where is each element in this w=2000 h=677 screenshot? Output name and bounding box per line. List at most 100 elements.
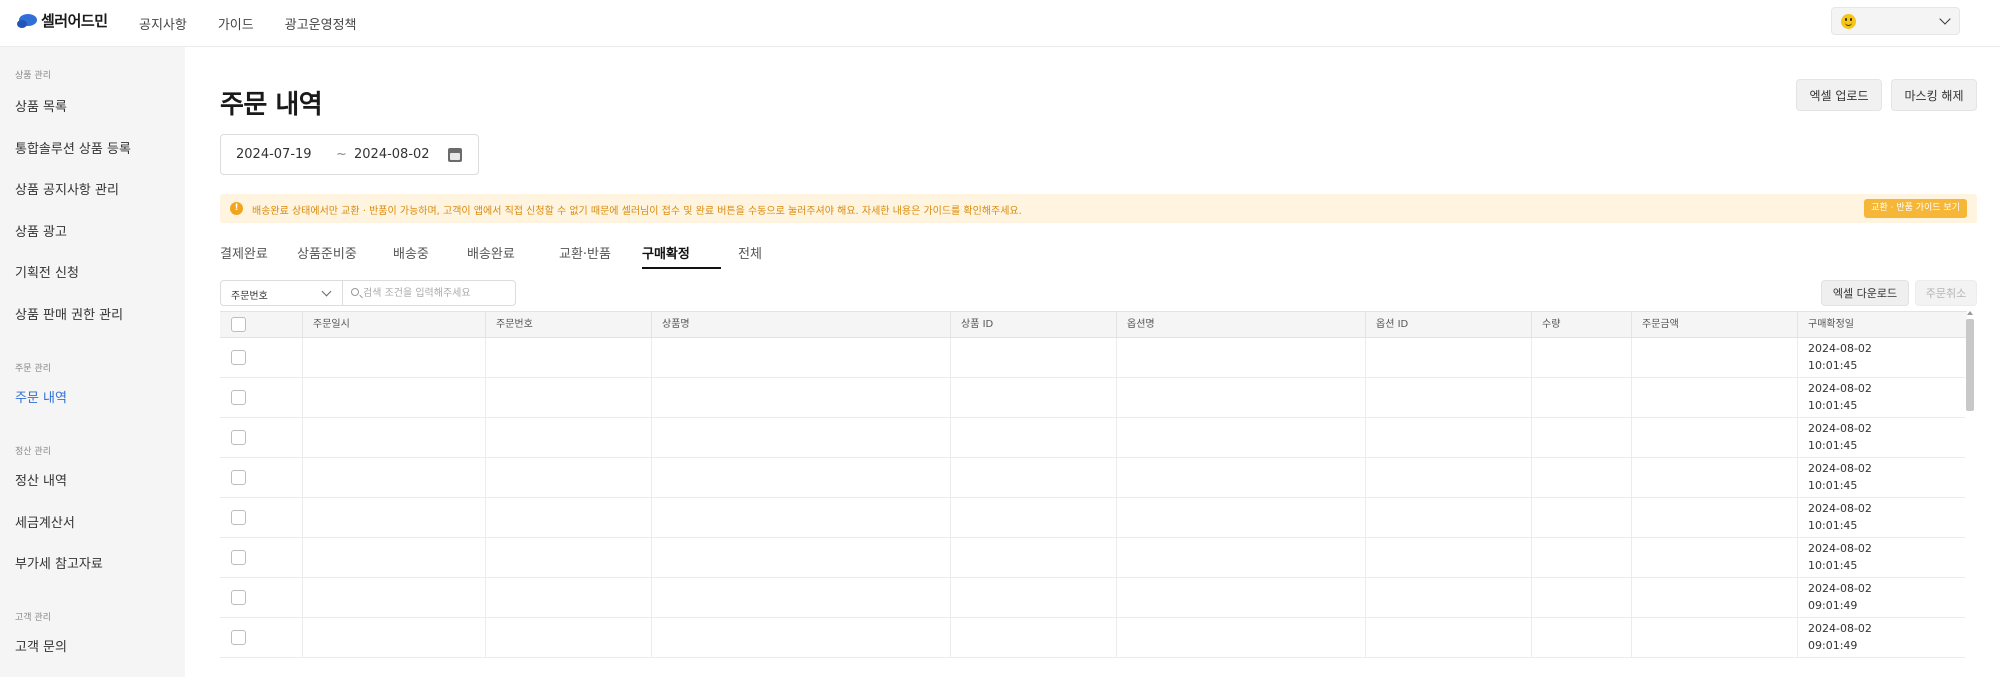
main-content: 주문 내역 엑셀 업로드 마스킹 해제 2024-07-19 ~ 2024-08… (185, 47, 2000, 677)
sidebar-item-product-list[interactable]: 상품 목록 (15, 96, 67, 115)
row-checkbox[interactable] (231, 430, 246, 445)
option-name-cell (1116, 618, 1365, 658)
sidebar-item-settlement-history[interactable]: 정산 내역 (15, 470, 67, 489)
excel-upload-button[interactable]: 엑셀 업로드 (1796, 79, 1882, 111)
sidebar-item-product-ad[interactable]: 상품 광고 (15, 221, 67, 240)
row-checkbox[interactable] (231, 510, 246, 525)
confirm-time: 10:01:45 (1808, 359, 1858, 372)
scrollbar-thumb[interactable] (1966, 319, 1974, 411)
header-option-id: 옵션 ID (1365, 312, 1531, 339)
tab-preparing[interactable]: 상품준비중 (297, 243, 357, 269)
select-all-checkbox[interactable] (231, 317, 246, 332)
checkbox-cell (220, 498, 302, 538)
logo-icon (15, 12, 39, 30)
order-status-tabs: 결제완료 상품준비중 배송중 배송완료 교환·반품 구매확정 전체 (220, 243, 1977, 269)
date-range-picker[interactable]: 2024-07-19 ~ 2024-08-02 (220, 134, 479, 175)
confirm-date-cell: 2024-08-02 10:01:45 (1797, 378, 1967, 418)
table-row[interactable]: 2024-08-02 09:01:49 (220, 578, 1967, 618)
option-name-cell (1116, 338, 1365, 378)
order-datetime-cell (302, 338, 485, 378)
profile-dropdown[interactable] (1831, 7, 1960, 35)
row-checkbox[interactable] (231, 590, 246, 605)
row-checkbox[interactable] (231, 350, 246, 365)
sidebar-item-integrated-register[interactable]: 통합솔루션 상품 등록 (15, 138, 131, 157)
tab-all[interactable]: 전체 (738, 243, 762, 269)
order-amount-cell (1631, 338, 1797, 378)
product-id-cell (950, 418, 1116, 458)
confirm-date: 2024-08-02 (1808, 502, 1872, 515)
confirm-time: 10:01:45 (1808, 559, 1858, 572)
nav-guide[interactable]: 가이드 (218, 14, 254, 33)
tab-exchange-return[interactable]: 교환·반품 (559, 243, 611, 269)
header-quantity: 수량 (1531, 312, 1631, 339)
quantity-cell (1531, 578, 1631, 618)
smiley-icon (1841, 14, 1856, 29)
sidebar-item-tax-invoice[interactable]: 세금계산서 (15, 512, 75, 531)
confirm-date: 2024-08-02 (1808, 342, 1872, 355)
table-row[interactable]: 2024-08-02 10:01:45 (220, 458, 1967, 498)
tab-delivered[interactable]: 배송완료 (467, 243, 515, 269)
product-name-cell (651, 338, 950, 378)
option-id-cell (1365, 578, 1531, 618)
confirm-date: 2024-08-02 (1808, 582, 1872, 595)
order-datetime-cell (302, 538, 485, 578)
confirm-date-cell: 2024-08-02 10:01:45 (1797, 458, 1967, 498)
search-field-value: 주문번호 (231, 291, 268, 302)
order-number-cell (485, 418, 651, 458)
nav-ad-policy[interactable]: 광고운영정책 (285, 14, 357, 33)
option-name-cell (1116, 418, 1365, 458)
option-name-cell (1116, 578, 1365, 618)
sidebar-item-order-history[interactable]: 주문 내역 (15, 387, 67, 406)
cancel-order-button[interactable]: 주문취소 (1915, 280, 1977, 306)
quantity-cell (1531, 378, 1631, 418)
order-datetime-cell (302, 618, 485, 658)
option-id-cell (1365, 498, 1531, 538)
sidebar-section-settlement: 정산 관리 (15, 447, 51, 457)
table-row[interactable]: 2024-08-02 10:01:45 (220, 338, 1967, 378)
confirm-date: 2024-08-02 (1808, 462, 1872, 475)
search-input[interactable] (363, 284, 511, 302)
excel-download-button[interactable]: 엑셀 다운로드 (1821, 280, 1909, 306)
logo[interactable]: 셀러어드민 (15, 10, 108, 31)
scroll-up-arrow[interactable] (1967, 311, 1973, 315)
sidebar-item-exhibition[interactable]: 기획전 신청 (15, 262, 79, 281)
table-row[interactable]: 2024-08-02 10:01:45 (220, 498, 1967, 538)
confirm-date: 2024-08-02 (1808, 542, 1872, 555)
row-checkbox[interactable] (231, 550, 246, 565)
confirm-date-cell: 2024-08-02 10:01:45 (1797, 498, 1967, 538)
table-row[interactable]: 2024-08-02 10:01:45 (220, 418, 1967, 458)
row-checkbox[interactable] (231, 470, 246, 485)
header-product-name: 상품명 (651, 312, 950, 339)
top-nav: 공지사항 가이드 광고운영정책 (139, 14, 388, 33)
tab-shipping[interactable]: 배송중 (393, 243, 429, 269)
notice-text: 배송완료 상태에서만 교환 · 반품이 가능하며, 고객이 앱에서 직접 신청할… (252, 206, 1022, 217)
product-id-cell (950, 458, 1116, 498)
table-row[interactable]: 2024-08-02 10:01:45 (220, 378, 1967, 418)
tab-payment-complete[interactable]: 결제완료 (220, 243, 268, 269)
header-option-name: 옵션명 (1116, 312, 1365, 339)
orders-table: 주문일시 주문번호 상품명 상품 ID 옵션명 옵션 ID 수량 주문금액 구매… (220, 311, 1967, 677)
sidebar-item-vat-reference[interactable]: 부가세 참고자료 (15, 553, 103, 572)
sidebar-item-customer-inquiry[interactable]: 고객 문의 (15, 636, 67, 655)
search-icon (351, 288, 359, 296)
checkbox-cell (220, 618, 302, 658)
checkbox-cell (220, 418, 302, 458)
sidebar-section-customer: 고객 관리 (15, 613, 51, 623)
nav-notice[interactable]: 공지사항 (139, 14, 187, 33)
tab-purchase-confirmed[interactable]: 구매확정 (642, 243, 721, 269)
table-row[interactable]: 2024-08-02 09:01:49 (220, 618, 1967, 658)
search-field-select[interactable]: 주문번호 (220, 280, 342, 306)
order-amount-cell (1631, 378, 1797, 418)
confirm-date-cell: 2024-08-02 10:01:45 (1797, 338, 1967, 378)
calendar-icon[interactable] (448, 148, 462, 162)
sidebar-item-product-notice[interactable]: 상품 공지사항 관리 (15, 179, 119, 198)
row-checkbox[interactable] (231, 630, 246, 645)
row-checkbox[interactable] (231, 390, 246, 405)
return-guide-button[interactable]: 교환 · 반품 가이드 보기 (1864, 199, 1967, 218)
table-row[interactable]: 2024-08-02 10:01:45 (220, 538, 1967, 578)
unmask-button[interactable]: 마스킹 해제 (1891, 79, 1977, 111)
date-start: 2024-07-19 (236, 147, 312, 162)
confirm-time: 10:01:45 (1808, 519, 1858, 532)
order-number-cell (485, 538, 651, 578)
sidebar-item-sales-permission[interactable]: 상품 판매 권한 관리 (15, 304, 123, 323)
